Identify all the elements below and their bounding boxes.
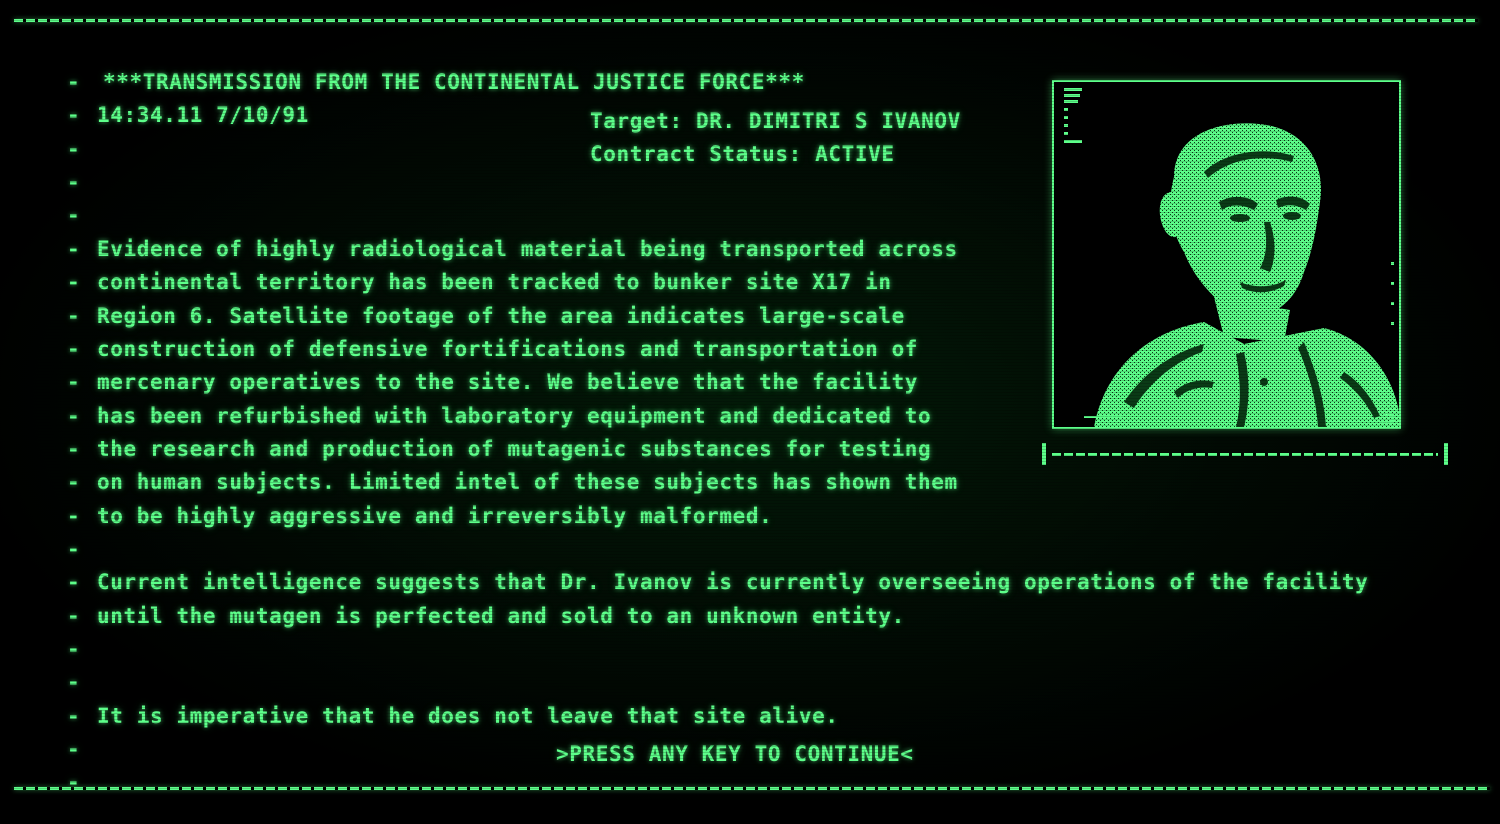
signal-gauge-icon bbox=[1064, 88, 1082, 143]
body-line: - Current intelligence suggests that Dr. … bbox=[14, 540, 1368, 594]
body-line: - Region 6. Satellite footage of the area… bbox=[14, 274, 905, 328]
body-line: - Evidence of highly radiological materia… bbox=[14, 207, 958, 261]
marker-line: - bbox=[14, 140, 97, 194]
marker-line: - bbox=[14, 507, 97, 561]
marker-line: - bbox=[14, 173, 97, 227]
body-text: until the mutagen is perfected and sold … bbox=[96, 604, 905, 628]
body-line: - construction of defensive fortification… bbox=[14, 307, 918, 361]
marker-line: - bbox=[14, 107, 97, 161]
timestamp: 14:34.11 7/10/91 bbox=[96, 103, 309, 127]
marker-line: - bbox=[14, 607, 97, 661]
body-line: - continental territory has been tracked … bbox=[14, 240, 892, 294]
portrait-underline-rule bbox=[1042, 443, 1448, 465]
body-text: It is imperative that he does not leave … bbox=[96, 704, 839, 728]
timestamp-line: -14:34.11 7/10/91 bbox=[14, 73, 309, 127]
terminal-screen: - ***TRANSMISSION FROM THE CONTINENTAL JU… bbox=[0, 0, 1500, 800]
marker-line: - bbox=[14, 740, 97, 794]
bottom-border-rule bbox=[14, 787, 1490, 790]
rule-cap-right bbox=[1444, 443, 1448, 465]
marker-line: - bbox=[14, 640, 97, 694]
target-name: Target: DR. DIMITRI S IVANOV bbox=[590, 109, 961, 133]
transmission-title-line: - ***TRANSMISSION FROM THE CONTINENTAL JU… bbox=[14, 40, 805, 94]
top-border-rule bbox=[14, 19, 1478, 22]
body-line: - mercenary operatives to the site. We be… bbox=[14, 340, 918, 394]
body-line: - until the mutagen is perfected and sold… bbox=[14, 574, 905, 628]
marker-line: - bbox=[14, 707, 97, 761]
body-line: - to be highly aggressive and irreversibl… bbox=[14, 474, 772, 528]
body-line: - on human subjects. Limited intel of the… bbox=[14, 440, 958, 494]
rule-cap-left bbox=[1042, 443, 1046, 465]
line-marker: - bbox=[66, 770, 81, 794]
body-line: - It is imperative that he does not leave… bbox=[14, 674, 839, 728]
body-text: to be highly aggressive and irreversibly… bbox=[96, 504, 773, 528]
body-line: - has been refurbished with laboratory eq… bbox=[14, 374, 931, 428]
target-portrait-icon bbox=[1064, 88, 1399, 427]
body-line: - the research and production of mutageni… bbox=[14, 407, 931, 461]
rule-dashes bbox=[1052, 453, 1438, 456]
press-any-key-prompt[interactable]: >PRESS ANY KEY TO CONTINUE< bbox=[556, 740, 914, 768]
contract-status: Contract Status: ACTIVE bbox=[590, 142, 895, 166]
target-portrait-frame bbox=[1052, 80, 1401, 429]
